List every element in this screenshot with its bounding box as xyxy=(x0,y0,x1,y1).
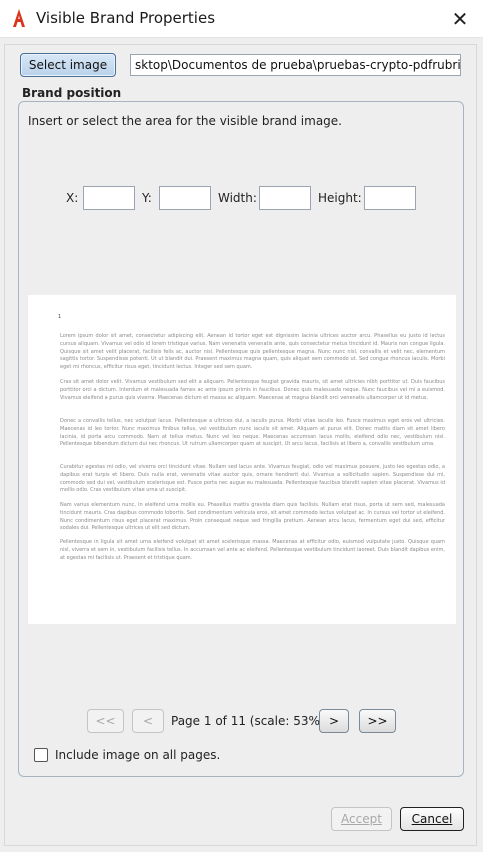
last-page-button[interactable]: >> xyxy=(359,709,396,733)
select-image-button[interactable]: Select image xyxy=(20,53,116,77)
preview-paragraph: Donec a convallis tellus, nec volutpat l… xyxy=(60,418,445,448)
next-page-button[interactable]: > xyxy=(319,709,349,733)
close-icon[interactable]: ✕ xyxy=(447,6,473,32)
x-input[interactable] xyxy=(83,186,135,210)
preview-paragraph: Nam varius elementum nunc, in eleifend u… xyxy=(60,502,445,532)
y-input[interactable] xyxy=(159,186,211,210)
preview-paragraph: Pellentesque in ligula sit amet urna ele… xyxy=(60,539,445,561)
preview-page-number: 1 xyxy=(58,314,62,320)
x-label: X: xyxy=(66,191,79,205)
instructions-text: Insert or select the area for the visibl… xyxy=(28,114,342,128)
image-path-field[interactable]: sktop\Documentos de prueba\pruebas-crypt… xyxy=(130,54,461,76)
cancel-label: Cancel xyxy=(411,812,453,826)
height-label: Height: xyxy=(318,191,362,205)
brand-position-label: Brand position xyxy=(22,86,122,100)
y-label: Y: xyxy=(142,191,152,205)
preview-paragraph: Cras sit amet dolor velit. Vivamus vesti… xyxy=(60,379,445,401)
accept-button[interactable]: Accept xyxy=(331,807,392,831)
title-bar: Visible Brand Properties ✕ xyxy=(0,0,483,38)
width-input[interactable] xyxy=(259,186,311,210)
preview-paragraph: Curabitur egestas mi odio, vel viverra o… xyxy=(60,464,445,494)
page-preview[interactable]: 1 Lorem ipsum dolor sit amet, consectetu… xyxy=(28,295,456,624)
height-input[interactable] xyxy=(364,186,416,210)
include-all-pages-label[interactable]: Include image on all pages. xyxy=(55,748,220,762)
first-page-button[interactable]: << xyxy=(87,709,124,733)
window-title: Visible Brand Properties xyxy=(36,9,216,27)
preview-paragraph: Lorem ipsum dolor sit amet, consectetur … xyxy=(60,333,445,371)
width-label: Width: xyxy=(218,191,257,205)
autofirma-logo-icon xyxy=(13,9,25,27)
accept-label: Accept xyxy=(341,812,382,826)
prev-page-button[interactable]: < xyxy=(132,709,164,733)
cancel-button[interactable]: Cancel xyxy=(400,807,464,831)
include-all-pages-checkbox[interactable] xyxy=(34,748,48,762)
page-info: Page 1 of 11 (scale: 53%) xyxy=(171,714,325,728)
